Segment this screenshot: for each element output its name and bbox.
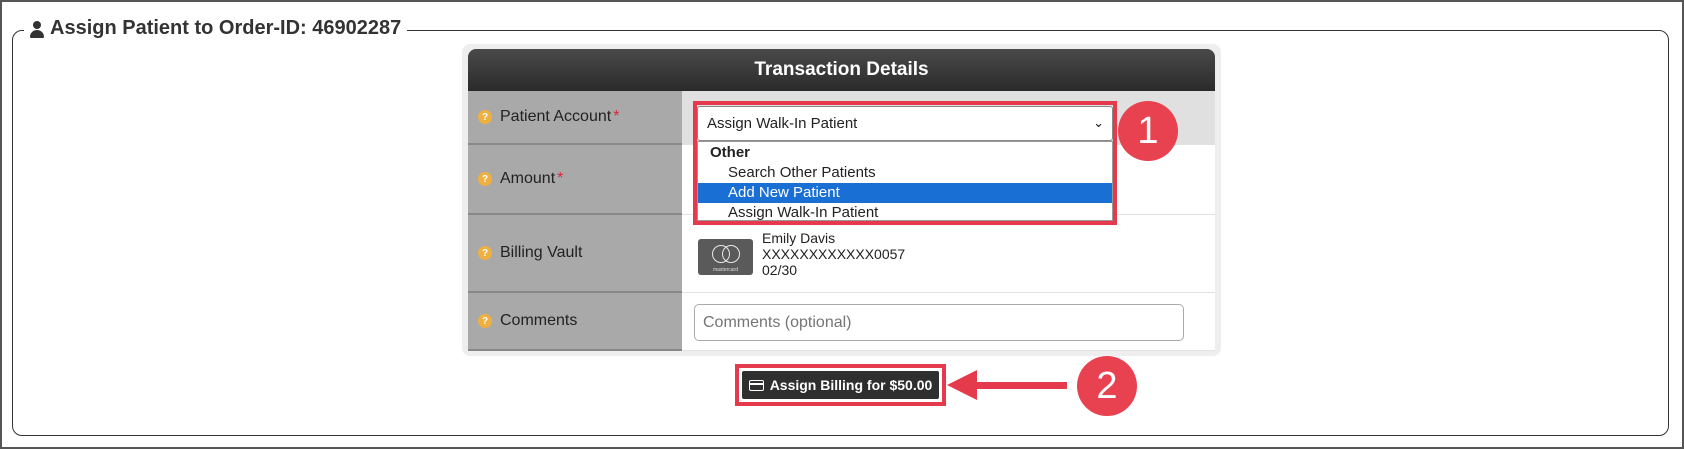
label-text: Amount [500,170,556,187]
help-icon[interactable]: ? [478,172,492,186]
panel-header: Transaction Details [468,49,1215,91]
annotation-badge-1: 1 [1118,101,1178,161]
cardholder-name: Emily Davis [762,230,836,246]
fieldset-legend: Assign Patient to Order-ID: 46902287 [24,17,408,40]
label-comments: ? Comments [468,293,682,351]
label-text: Billing Vault [500,244,583,261]
label-text: Comments [500,312,578,329]
annotation-badge-2: 2 [1077,356,1137,416]
card-number: XXXXXXXXXXXX0057 [762,246,906,262]
label-amount: ? Amount * [468,145,682,215]
label-billing-vault: ? Billing Vault [468,215,682,293]
label-text: Patient Account [500,108,612,125]
panel-title: Transaction Details [754,59,929,80]
required-marker: * [557,170,564,187]
assign-billing-label: Assign Billing for $50.00 [769,377,933,393]
required-marker: * [613,108,620,125]
comments-input[interactable] [694,304,1184,341]
annotation-arrow-line [975,382,1067,389]
help-icon[interactable]: ? [478,110,492,124]
annotation-highlight-1 [693,101,1117,225]
legend-title: Assign Patient to Order-ID: 46902287 [50,17,402,39]
billing-vault-card-info: Emily Davis XXXXXXXXXXXX0057 02/30 [762,230,905,278]
annotation-arrow-head [947,370,977,400]
help-icon[interactable]: ? [478,246,492,260]
mastercard-icon: mastercard [698,239,753,275]
credit-card-icon [748,379,764,391]
assign-billing-button[interactable]: Assign Billing for $50.00 [742,371,939,399]
help-icon[interactable]: ? [478,314,492,328]
user-icon [30,20,44,38]
label-patient-account: ? Patient Account * [468,91,682,145]
card-expiry: 02/30 [762,262,798,278]
